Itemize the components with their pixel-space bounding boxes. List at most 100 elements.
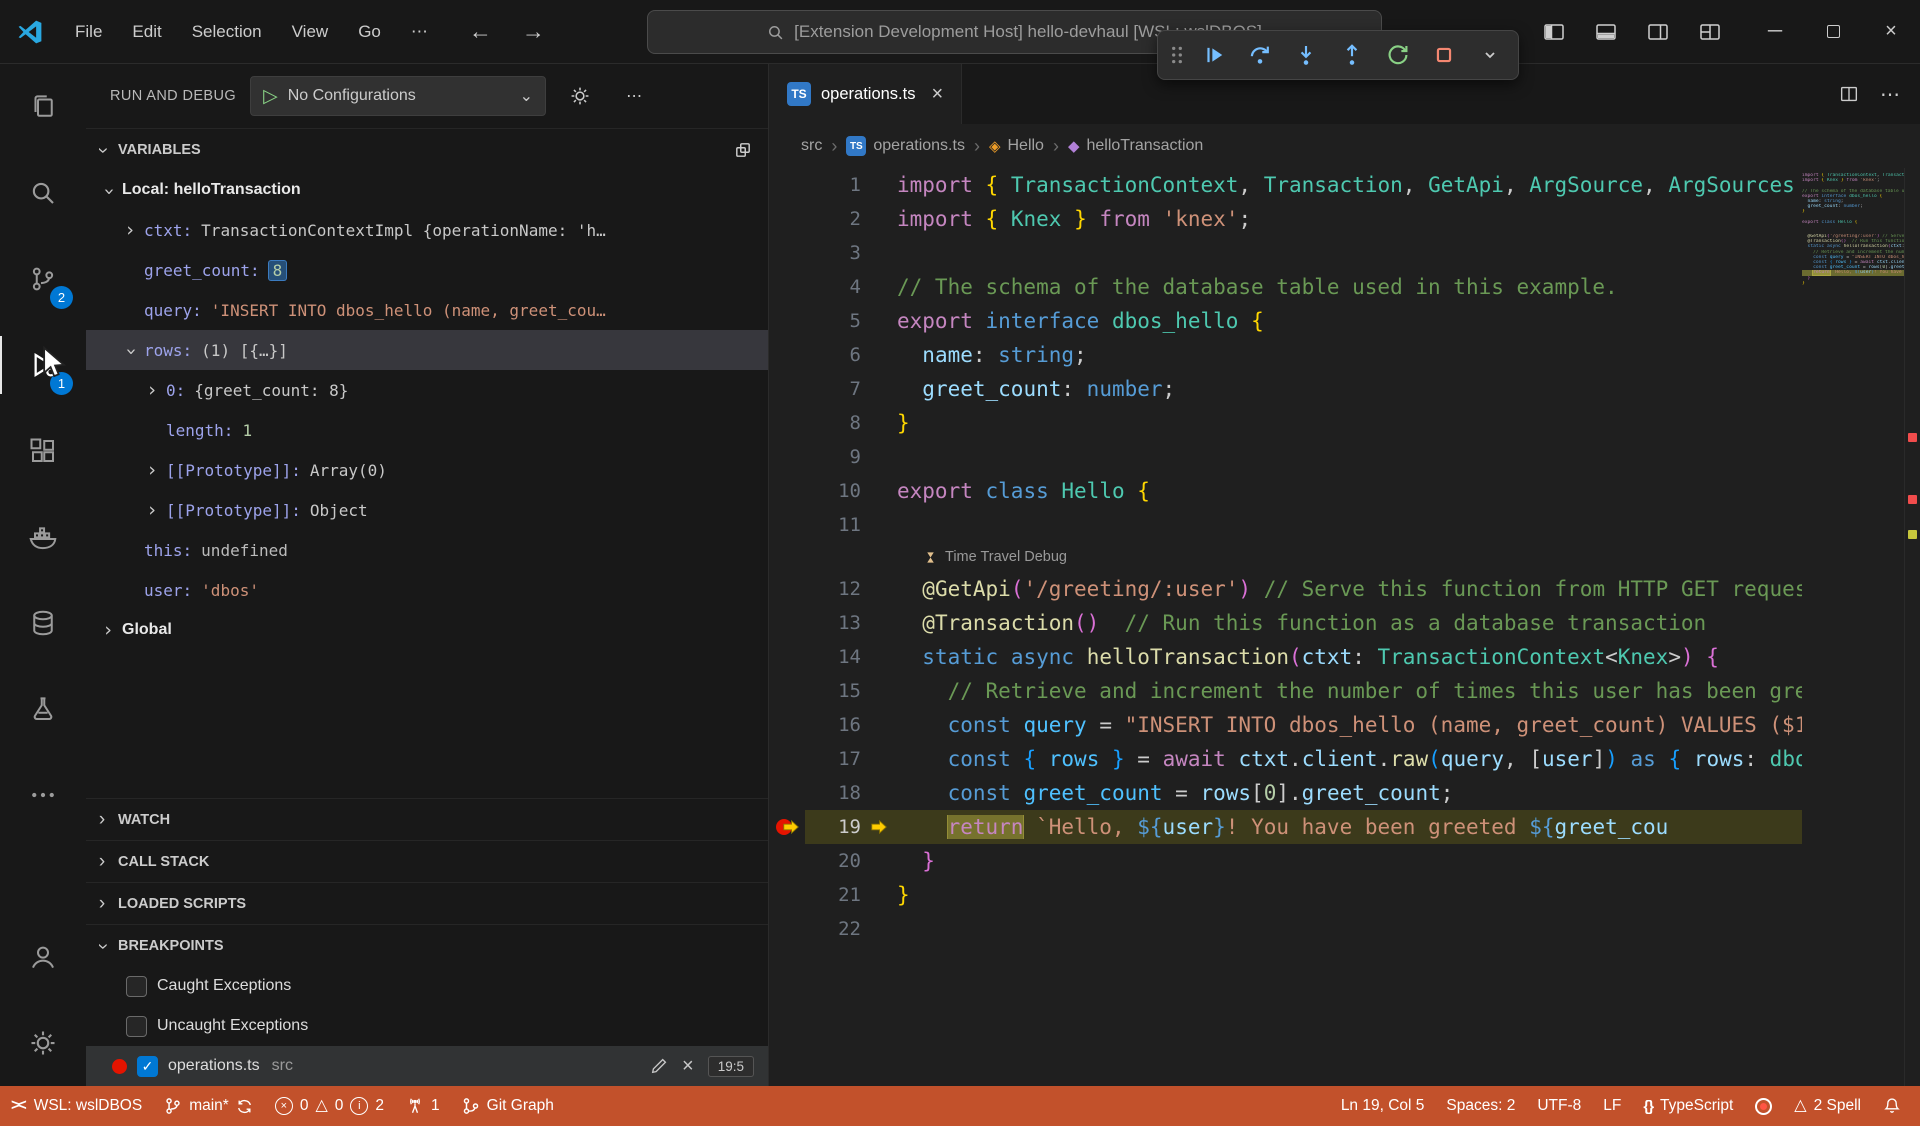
activity-more[interactable] bbox=[0, 752, 86, 838]
debug-step-into-button[interactable] bbox=[1284, 34, 1328, 76]
variable-row[interactable]: length:1 bbox=[86, 410, 768, 450]
status-indentation[interactable]: Spaces: 2 bbox=[1435, 1086, 1526, 1126]
breakpoint-row[interactable]: ✓operations.tssrc×19:5 bbox=[86, 1046, 768, 1086]
activity-settings[interactable] bbox=[0, 1000, 86, 1086]
sync-icon[interactable] bbox=[236, 1098, 253, 1115]
breakpoint-checkbox[interactable] bbox=[126, 1016, 147, 1037]
glyph-margin[interactable] bbox=[769, 270, 805, 304]
breadcrumb-src[interactable]: src bbox=[801, 137, 822, 155]
debug-more-button[interactable] bbox=[1468, 34, 1512, 76]
call-stack-section-header[interactable]: › CALL STACK bbox=[86, 840, 768, 882]
line-number[interactable]: 6 bbox=[805, 344, 861, 366]
status-git-graph[interactable]: Git Graph bbox=[451, 1086, 565, 1126]
minimap[interactable]: import { TransactionContext, Transaction… bbox=[1802, 168, 1904, 1086]
line-number[interactable]: 7 bbox=[805, 378, 861, 400]
line-number[interactable]: 14 bbox=[805, 646, 861, 668]
line-number[interactable]: 17 bbox=[805, 748, 861, 770]
close-button[interactable]: × bbox=[1862, 0, 1920, 64]
glyph-margin[interactable] bbox=[769, 508, 805, 542]
code-line-21[interactable]: 21} bbox=[769, 878, 1802, 912]
menu-selection[interactable]: Selection bbox=[177, 16, 277, 48]
breakpoint-row[interactable]: Uncaught Exceptions bbox=[86, 1006, 768, 1046]
line-number[interactable]: 16 bbox=[805, 714, 861, 736]
glyph-margin[interactable] bbox=[769, 912, 805, 946]
glyph-margin[interactable] bbox=[769, 236, 805, 270]
toggle-panel-icon[interactable] bbox=[1584, 10, 1628, 54]
line-number[interactable]: 2 bbox=[805, 208, 861, 230]
code-line-13[interactable]: 13 @Transaction() // Run this function a… bbox=[769, 606, 1802, 640]
status-spell-checker[interactable]: △2 Spell bbox=[1783, 1086, 1872, 1126]
code-line-3[interactable]: 3 bbox=[769, 236, 1802, 270]
glyph-margin[interactable] bbox=[769, 878, 805, 912]
breakpoint-row[interactable]: Caught Exceptions bbox=[86, 966, 768, 1006]
menu-more[interactable]: ⋯ bbox=[396, 16, 443, 48]
glyph-margin[interactable] bbox=[769, 406, 805, 440]
debug-toolbar-drag-handle[interactable] bbox=[1164, 34, 1190, 76]
status-notifications[interactable] bbox=[1872, 1086, 1912, 1126]
maximize-button[interactable] bbox=[1804, 0, 1862, 64]
status-git-branch[interactable]: main* bbox=[153, 1086, 264, 1126]
code-line-1[interactable]: 1import { TransactionContext, Transactio… bbox=[769, 168, 1802, 202]
glyph-margin[interactable] bbox=[769, 338, 805, 372]
glyph-margin[interactable] bbox=[769, 844, 805, 878]
debug-step-over-button[interactable] bbox=[1238, 34, 1282, 76]
loaded-scripts-section-header[interactable]: › LOADED SCRIPTS bbox=[86, 882, 768, 924]
line-number[interactable]: 1 bbox=[805, 174, 861, 196]
variable-row[interactable]: user:'dbos' bbox=[86, 570, 768, 610]
codelens-time-travel-debug[interactable]: Time Travel Debug bbox=[769, 542, 1802, 572]
code-line-10[interactable]: 10export class Hello { bbox=[769, 474, 1802, 508]
code-line-16[interactable]: 16 const query = "INSERT INTO dbos_hello… bbox=[769, 708, 1802, 742]
line-number[interactable]: 8 bbox=[805, 412, 861, 434]
status-problems[interactable]: ×0△0i2 bbox=[264, 1086, 395, 1126]
customize-layout-icon[interactable] bbox=[1688, 10, 1732, 54]
glyph-margin[interactable] bbox=[769, 606, 805, 640]
status-ports[interactable]: 1 bbox=[395, 1086, 451, 1126]
code-line-7[interactable]: 7 greet_count: number; bbox=[769, 372, 1802, 406]
code-line-17[interactable]: 17 const { rows } = await ctxt.client.ra… bbox=[769, 742, 1802, 776]
code-line-18[interactable]: 18 const greet_count = rows[0].greet_cou… bbox=[769, 776, 1802, 810]
breadcrumb-operationsts[interactable]: TSoperations.ts bbox=[846, 136, 965, 156]
debug-configuration-dropdown[interactable]: ▷ No Configurations ⌄ bbox=[250, 76, 546, 116]
glyph-margin[interactable] bbox=[769, 640, 805, 674]
status-cursor-position[interactable]: Ln 19, Col 5 bbox=[1330, 1086, 1436, 1126]
scope-row-localhellotransaction[interactable]: ›Local: helloTransaction bbox=[86, 170, 768, 210]
code-line-12[interactable]: 12 @GetApi('/greeting/:user') // Serve t… bbox=[769, 572, 1802, 606]
line-number[interactable]: 19 bbox=[805, 816, 861, 838]
debug-settings-gear-icon[interactable] bbox=[560, 76, 600, 116]
glyph-margin[interactable] bbox=[769, 202, 805, 236]
variable-row[interactable]: greet_count:8 bbox=[86, 250, 768, 290]
status-eol[interactable]: LF bbox=[1592, 1086, 1632, 1126]
code-line-4[interactable]: 4// The schema of the database table use… bbox=[769, 270, 1802, 304]
debug-step-out-button[interactable] bbox=[1330, 34, 1374, 76]
breakpoint-checkbox[interactable] bbox=[126, 976, 147, 997]
line-number[interactable]: 5 bbox=[805, 310, 861, 332]
line-number[interactable]: 3 bbox=[805, 242, 861, 264]
status-extension-status[interactable] bbox=[1744, 1086, 1783, 1126]
code-line-11[interactable]: 11 bbox=[769, 508, 1802, 542]
toggle-sidebar-icon[interactable] bbox=[1532, 10, 1576, 54]
variable-row[interactable]: ›rows:(1) [{…}] bbox=[86, 330, 768, 370]
line-number[interactable]: 15 bbox=[805, 680, 861, 702]
line-number[interactable]: 4 bbox=[805, 276, 861, 298]
activity-explorer[interactable] bbox=[0, 64, 86, 150]
line-number[interactable]: 9 bbox=[805, 446, 861, 468]
status-remote-indicator[interactable]: ><WSL: wslDBOS bbox=[0, 1086, 153, 1126]
breakpoints-section-header[interactable]: › BREAKPOINTS bbox=[86, 924, 768, 966]
menu-file[interactable]: File bbox=[60, 16, 117, 48]
line-number[interactable]: 22 bbox=[805, 918, 861, 940]
debug-restart-button[interactable] bbox=[1376, 34, 1420, 76]
views-more-actions-icon[interactable]: ⋯ bbox=[614, 76, 654, 116]
forward-arrow-icon[interactable]: → bbox=[522, 18, 545, 45]
code-line-8[interactable]: 8} bbox=[769, 406, 1802, 440]
variable-row[interactable]: ›ctxt:TransactionContextImpl {operationN… bbox=[86, 210, 768, 250]
activity-flask[interactable] bbox=[0, 666, 86, 752]
glyph-margin[interactable] bbox=[769, 304, 805, 338]
activity-run-and-debug[interactable]: 1 bbox=[0, 322, 86, 408]
activity-search[interactable] bbox=[0, 150, 86, 236]
glyph-margin[interactable] bbox=[769, 572, 805, 606]
variable-row[interactable]: this:undefined bbox=[86, 530, 768, 570]
glyph-margin[interactable] bbox=[769, 742, 805, 776]
line-number[interactable]: 21 bbox=[805, 884, 861, 906]
code-line-19[interactable]: 19 return `Hello, ${user}! You have been… bbox=[769, 810, 1802, 844]
watch-section-header[interactable]: › WATCH bbox=[86, 798, 768, 840]
